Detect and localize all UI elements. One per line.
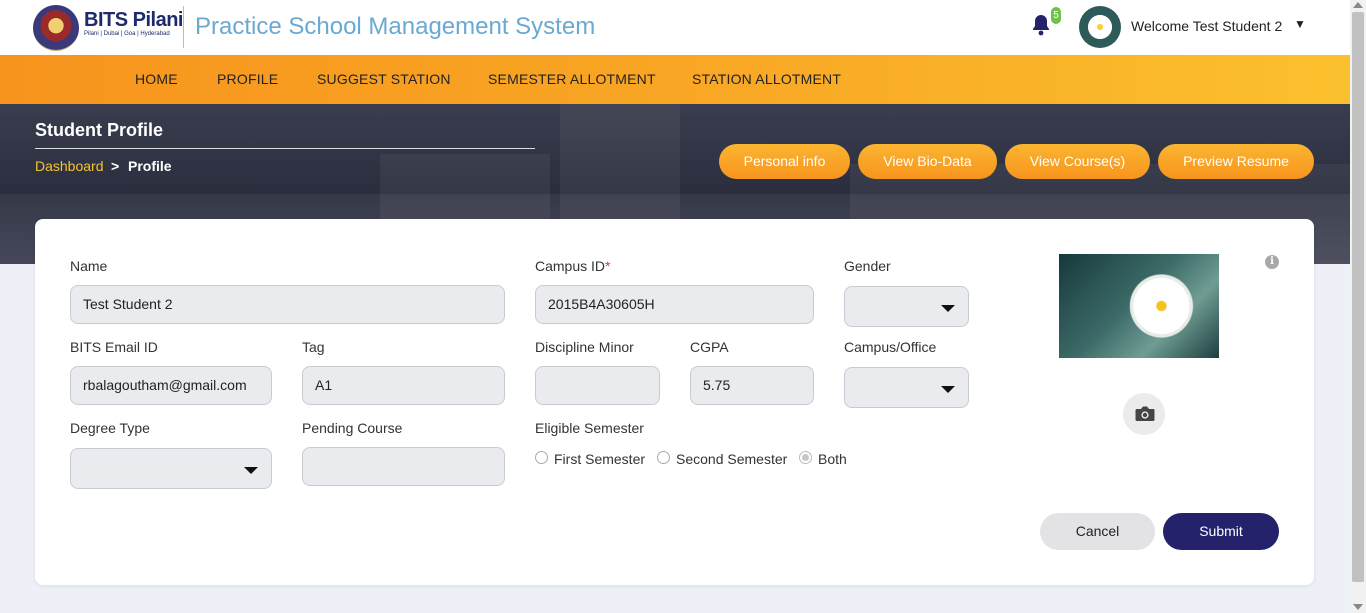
radio-first-semester[interactable]	[535, 451, 548, 464]
bell-icon[interactable]	[1029, 13, 1053, 37]
brand-divider	[183, 6, 184, 48]
nav-semester-allotment[interactable]: SEMESTER ALLOTMENT	[488, 71, 656, 87]
eligible-semester-label: Eligible Semester	[535, 420, 644, 436]
name-label: Name	[70, 258, 108, 274]
name-field[interactable]: Test Student 2	[70, 285, 505, 324]
cgpa-label: CGPA	[690, 339, 729, 355]
view-bio-data-button[interactable]: View Bio-Data	[858, 144, 997, 179]
radio-second-semester[interactable]	[657, 451, 670, 464]
email-field[interactable]: rbalagoutham@gmail.com	[70, 366, 272, 405]
cancel-button[interactable]: Cancel	[1040, 513, 1155, 550]
submit-button[interactable]: Submit	[1163, 513, 1279, 550]
nav-profile[interactable]: PROFILE	[217, 71, 278, 87]
brand-name: BITS Pilani	[84, 9, 183, 31]
radio-second-semester-label[interactable]: Second Semester	[676, 451, 787, 467]
bits-logo	[33, 5, 79, 51]
profile-photo	[1059, 254, 1219, 358]
welcome-text[interactable]: Welcome Test Student 2	[1131, 18, 1282, 34]
chevron-down-icon[interactable]: ▼	[1294, 17, 1306, 31]
radio-first-semester-label[interactable]: First Semester	[554, 451, 645, 467]
avatar[interactable]	[1079, 6, 1121, 48]
cgpa-field[interactable]: 5.75	[690, 366, 814, 405]
notification-badge: 5	[1051, 7, 1061, 24]
discipline-minor-label: Discipline Minor	[535, 339, 634, 355]
chevron-down-icon	[941, 386, 955, 393]
required-marker: *	[605, 258, 611, 274]
gender-select[interactable]	[844, 286, 969, 327]
campus-id-label: Campus ID*	[535, 258, 610, 274]
scroll-down-arrow-icon[interactable]	[1353, 604, 1363, 610]
upload-photo-button[interactable]	[1123, 393, 1165, 435]
top-header: BITS Pilani Pilani | Dubai | Goa | Hyder…	[0, 0, 1350, 55]
campus-office-select[interactable]	[844, 367, 969, 408]
campus-office-label: Campus/Office	[844, 339, 937, 355]
radio-both[interactable]	[799, 451, 812, 464]
breadcrumb-dashboard[interactable]: Dashboard	[35, 158, 104, 174]
title-divider	[35, 148, 535, 149]
page-title: Student Profile	[35, 120, 164, 140]
scroll-up-arrow-icon[interactable]	[1353, 2, 1363, 8]
radio-both-label[interactable]: Both	[818, 451, 847, 467]
nav-suggest-station[interactable]: SUGGEST STATION	[317, 71, 451, 87]
pending-course-label: Pending Course	[302, 420, 403, 436]
info-icon[interactable]: i	[1265, 255, 1279, 269]
view-courses-button[interactable]: View Course(s)	[1005, 144, 1150, 179]
brand-campuses: Pilani | Dubai | Goa | Hyderabad	[84, 31, 170, 37]
camera-icon	[1135, 406, 1155, 421]
degree-type-label: Degree Type	[70, 420, 150, 436]
app-title: Practice School Management System	[195, 13, 596, 40]
tag-field[interactable]: A1	[302, 366, 505, 405]
tag-label: Tag	[302, 339, 325, 355]
gender-label: Gender	[844, 258, 891, 274]
scrollbar-thumb[interactable]	[1352, 12, 1364, 582]
email-label: BITS Email ID	[70, 339, 158, 355]
breadcrumb-current: Profile	[128, 158, 172, 174]
chevron-down-icon	[941, 305, 955, 312]
discipline-minor-field[interactable]	[535, 366, 660, 405]
nav-home[interactable]: HOME	[135, 71, 178, 87]
personal-info-button[interactable]: Personal info	[719, 144, 850, 179]
chevron-down-icon	[244, 467, 258, 474]
campus-id-label-text: Campus ID	[535, 258, 606, 274]
pending-course-field[interactable]	[302, 447, 505, 486]
breadcrumb-separator: >	[111, 158, 120, 174]
nav-station-allotment[interactable]: STATION ALLOTMENT	[692, 71, 841, 87]
campus-id-field[interactable]: 2015B4A30605H	[535, 285, 814, 324]
degree-type-select[interactable]	[70, 448, 272, 489]
main-nav: HOME PROFILE SUGGEST STATION SEMESTER AL…	[0, 55, 1350, 104]
preview-resume-button[interactable]: Preview Resume	[1158, 144, 1314, 179]
